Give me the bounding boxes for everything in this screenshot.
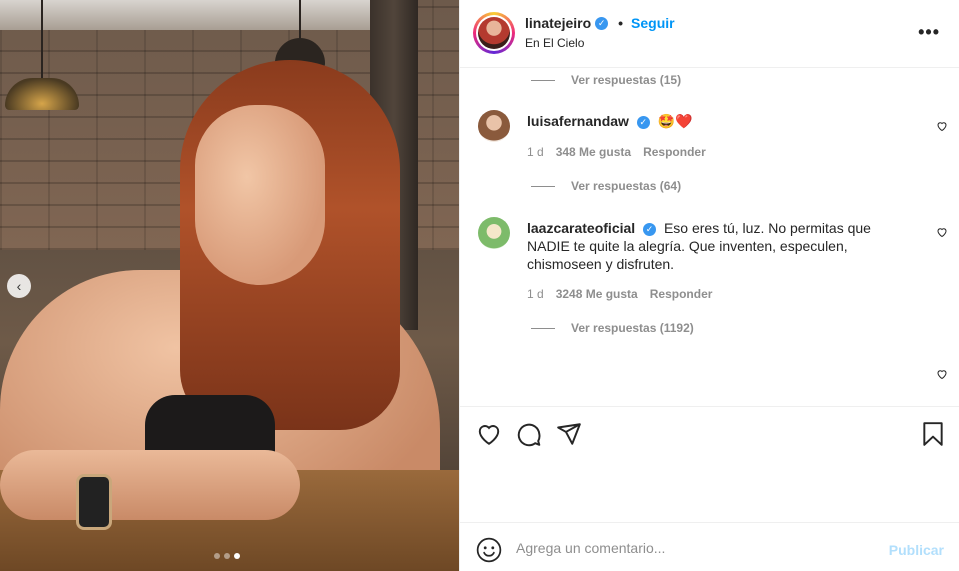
reply-button[interactable]: Responder [650,287,713,301]
comment-time[interactable]: 1 d [527,287,544,301]
carousel-dot [224,553,230,559]
publish-button[interactable]: Publicar [889,542,944,558]
view-replies-label: Ver respuestas (15) [571,73,682,87]
carousel-dots [214,553,240,559]
view-replies-button[interactable]: Ver respuestas (1192) [531,321,694,335]
post-location[interactable]: En El Cielo [525,36,584,50]
emoji-icon[interactable] [476,537,502,563]
reply-button[interactable]: Responder [643,145,706,159]
save-bookmark-icon[interactable] [920,421,946,447]
post-photo[interactable]: ‹ [0,0,459,571]
separator-dot: • [618,15,624,31]
comment-username[interactable]: laazcarateoficial [527,220,635,236]
like-comment-heart-icon[interactable] [936,226,948,238]
author-avatar[interactable] [473,12,515,54]
verified-badge-icon: ✓ [636,115,650,129]
lamp-cord [41,0,43,80]
verified-badge-icon: ✓ [595,16,609,30]
view-replies-label: Ver respuestas (1192) [571,321,694,335]
replies-line [531,79,555,81]
carousel-dot-active [234,553,240,559]
comment-likes[interactable]: 3248 Me gusta [556,287,638,301]
lamp-cord [299,0,301,40]
share-send-icon[interactable] [556,421,582,447]
comment-emoji: 🤩❤️ [657,113,693,129]
comment-item: luisafernandaw ✓ 🤩❤️ 1 d 348 Me gusta Re… [478,110,948,210]
commenter-avatar[interactable] [478,217,510,249]
comment-time[interactable]: 1 d [527,145,544,159]
comment-composer: Publicar [460,522,959,571]
like-comment-heart-icon[interactable] [936,368,948,380]
avatar-image [478,17,510,49]
avatar-frame [476,15,512,51]
author-username[interactable]: linatejeiro [525,15,591,31]
follow-button[interactable]: Seguir [631,15,675,31]
view-replies-label: Ver respuestas (64) [571,179,682,193]
person-arm [0,450,300,520]
comments-list[interactable]: Ver respuestas (15) luisafernandaw ✓ 🤩❤️… [460,68,959,406]
comment-meta: 1 d 3248 Me gusta Responder [527,287,712,301]
smartwatch [76,474,112,530]
comment-input[interactable] [516,538,876,558]
view-replies-button[interactable]: Ver respuestas (15) [531,73,681,87]
comment-text: laazcarateoficial ✓ Eso eres tú, luz. No… [527,219,917,273]
verified-badge-icon: ✓ [643,222,657,236]
like-comment-heart-icon[interactable] [936,120,948,132]
comment-likes[interactable]: 348 Me gusta [556,145,631,159]
comment-bubble-icon[interactable] [516,421,542,447]
post-header: linatejeiro ✓ • Seguir En El Cielo ••• [460,0,959,68]
author-line: linatejeiro ✓ • Seguir [525,15,675,31]
carousel-prev-button[interactable]: ‹ [7,274,31,298]
carousel-dot [214,553,220,559]
commenter-avatar[interactable] [478,110,510,142]
view-replies-button[interactable]: Ver respuestas (64) [531,179,681,193]
window-light [0,0,380,30]
comment-username[interactable]: luisafernandaw [527,113,629,129]
post-side-panel: linatejeiro ✓ • Seguir En El Cielo ••• V… [459,0,959,571]
person-face [195,105,325,285]
comment-meta: 1 d 348 Me gusta Responder [527,145,706,159]
comment-item: laazcarateoficial ✓ Eso eres tú, luz. No… [478,217,948,327]
more-options-icon[interactable]: ••• [918,22,940,43]
pendant-lamp [5,78,79,110]
comment-text: luisafernandaw ✓ 🤩❤️ [527,112,917,130]
post-actions-bar [460,406,959,460]
like-heart-icon[interactable] [476,421,502,447]
replies-line [531,185,555,187]
replies-line [531,327,555,329]
